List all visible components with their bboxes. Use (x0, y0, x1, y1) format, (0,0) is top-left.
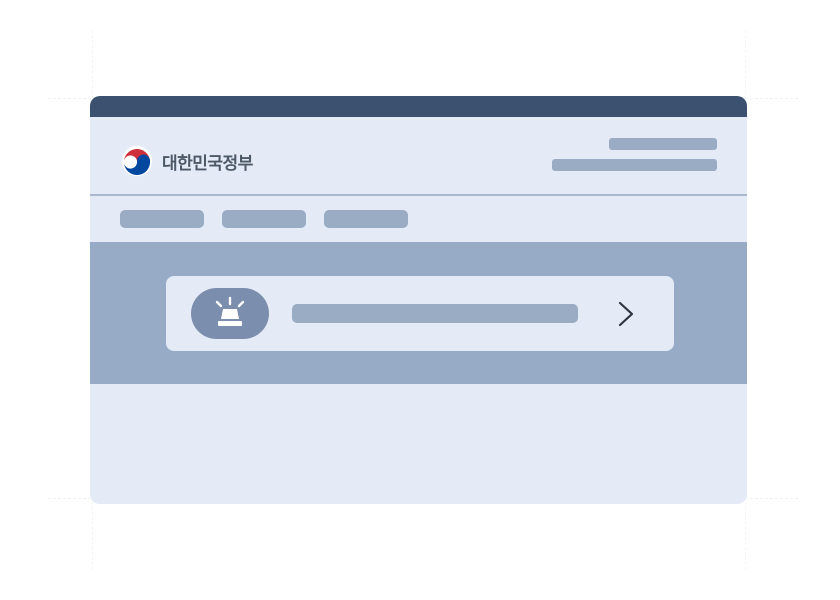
content-area (90, 384, 747, 504)
nav-item-placeholder[interactable] (222, 210, 306, 228)
chevron-right-icon[interactable] (614, 300, 640, 328)
window-titlebar (90, 96, 747, 117)
nav-item-placeholder[interactable] (324, 210, 408, 228)
alert-text-placeholder (292, 304, 578, 323)
utility-link-placeholder[interactable] (552, 159, 717, 171)
siren-badge (191, 288, 269, 339)
main-navigation (90, 196, 747, 238)
government-logo[interactable]: 대한민국정부 (120, 144, 253, 178)
emergency-alert-card[interactable] (166, 276, 674, 351)
logo-text: 대한민국정부 (162, 153, 253, 174)
nav-item-placeholder[interactable] (120, 210, 204, 228)
utility-link-placeholder[interactable] (609, 138, 717, 150)
hero-banner (90, 242, 747, 384)
browser-window: 대한민국정부 (90, 96, 747, 504)
site-header: 대한민국정부 (90, 117, 747, 191)
taegeuk-emblem-icon (121, 145, 153, 177)
siren-icon (215, 296, 245, 326)
